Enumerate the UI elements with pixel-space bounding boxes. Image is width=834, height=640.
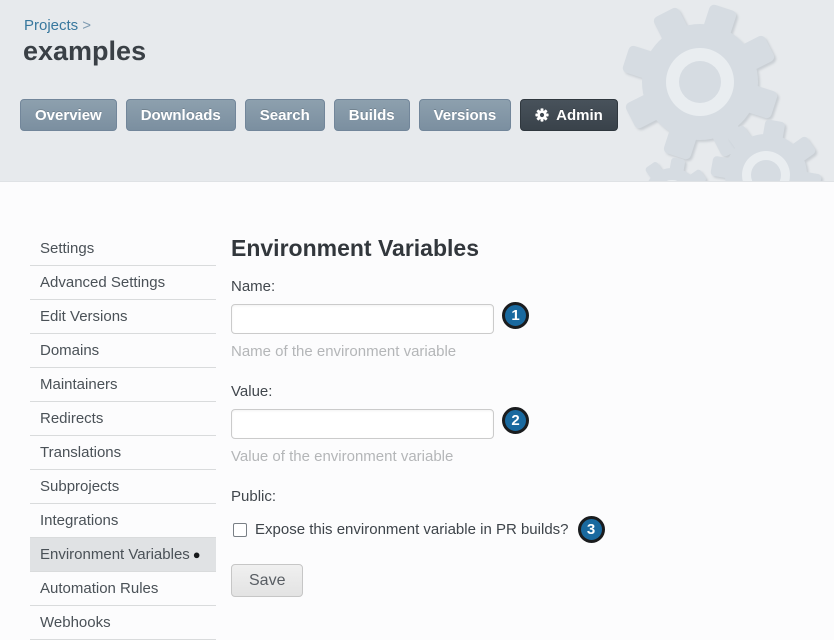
environment-variables-form: Environment Variables Name: Name of the … [231, 236, 661, 597]
tab-overview[interactable]: Overview [20, 99, 117, 131]
section-title: Environment Variables [231, 236, 661, 261]
breadcrumb: Projects> [24, 17, 91, 34]
active-item-dot: ● [193, 547, 201, 562]
public-field-row: Public: Expose this environment variable… [231, 489, 661, 543]
project-header: Projects> examples Overview Downloads Se… [0, 0, 834, 182]
sidebar-item-redirects[interactable]: Redirects [30, 402, 216, 436]
tab-versions[interactable]: Versions [419, 99, 512, 131]
value-label: Value: [231, 384, 661, 399]
small-gear-icon [710, 119, 822, 182]
breadcrumb-projects-link[interactable]: Projects [24, 17, 78, 34]
sidebar-item-integrations[interactable]: Integrations [30, 504, 216, 538]
gears-decoration [0, 0, 834, 182]
value-field-row: Value: Value of the environment variable… [231, 384, 661, 464]
breadcrumb-separator: > [82, 17, 91, 34]
sidebar-item-webhooks[interactable]: Webhooks [30, 606, 216, 640]
save-button[interactable]: Save [231, 564, 303, 597]
name-help-text: Name of the environment variable [231, 344, 661, 359]
public-checkbox[interactable] [233, 523, 247, 537]
big-gear-icon [621, 3, 778, 160]
page-title: examples [23, 36, 146, 66]
tiny-gear-icon [644, 157, 707, 182]
value-input[interactable] [231, 409, 494, 439]
public-label: Public: [231, 489, 661, 504]
name-input[interactable] [231, 304, 494, 334]
tab-downloads[interactable]: Downloads [126, 99, 236, 131]
sidebar-item-translations[interactable]: Translations [30, 436, 216, 470]
sidebar-item-edit-versions[interactable]: Edit Versions [30, 300, 216, 334]
name-label: Name: [231, 279, 661, 294]
step-badge-3: 3 [578, 516, 605, 543]
step-badge-2: 2 [502, 407, 529, 434]
sidebar-item-subprojects[interactable]: Subprojects [30, 470, 216, 504]
project-nav: Overview Downloads Search Builds Version… [20, 99, 618, 131]
sidebar-item-maintainers[interactable]: Maintainers [30, 368, 216, 402]
tab-builds[interactable]: Builds [334, 99, 410, 131]
admin-sidebar: Settings Advanced Settings Edit Versions… [30, 232, 216, 640]
sidebar-item-automation-rules[interactable]: Automation Rules [30, 572, 216, 606]
gear-icon [535, 108, 549, 122]
value-help-text: Value of the environment variable [231, 449, 661, 464]
sidebar-item-advanced-settings[interactable]: Advanced Settings [30, 266, 216, 300]
sidebar-item-domains[interactable]: Domains [30, 334, 216, 368]
step-badge-1: 1 [502, 302, 529, 329]
tab-search[interactable]: Search [245, 99, 325, 131]
tab-admin-label: Admin [556, 107, 603, 124]
public-checkbox-line: Expose this environment variable in PR b… [231, 516, 661, 543]
tab-admin[interactable]: Admin [520, 99, 618, 131]
public-checkbox-label: Expose this environment variable in PR b… [255, 521, 569, 538]
sidebar-item-settings[interactable]: Settings [30, 232, 216, 266]
sidebar-item-environment-variables[interactable]: Environment Variables● [30, 538, 216, 572]
sidebar-item-label: Environment Variables [40, 546, 190, 563]
name-field-row: Name: Name of the environment variable 1 [231, 279, 661, 359]
